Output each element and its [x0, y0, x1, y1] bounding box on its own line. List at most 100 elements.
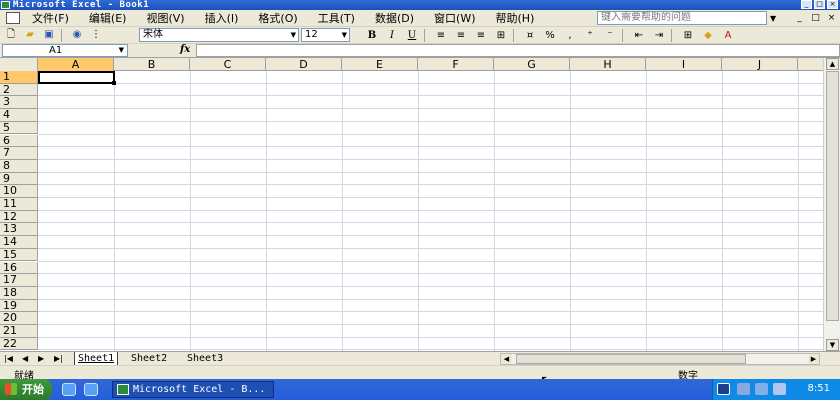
column-header-e[interactable]: E: [342, 58, 418, 71]
column-header-d[interactable]: D: [266, 58, 342, 71]
start-button[interactable]: 开始: [0, 379, 52, 400]
help-dropdown-icon[interactable]: ▼: [770, 14, 776, 23]
column-header-a[interactable]: A: [38, 58, 114, 71]
horizontal-scroll-thumb[interactable]: [516, 354, 746, 364]
scroll-up-icon[interactable]: ▲: [826, 58, 839, 70]
font-name-select[interactable]: 宋体 ▼: [139, 28, 299, 42]
borders-icon[interactable]: ⊞: [680, 29, 696, 43]
italic-button[interactable]: I: [384, 29, 400, 43]
name-box[interactable]: A1 ▼: [2, 44, 128, 57]
title-bar: Microsoft Excel - Book1 _ □ ×: [0, 0, 840, 10]
taskbar-excel-button[interactable]: Microsoft Excel - B...: [112, 381, 274, 398]
sheet-tab-3[interactable]: Sheet3: [184, 352, 226, 365]
open-folder-icon[interactable]: ▰: [22, 28, 38, 42]
increase-indent-icon[interactable]: ⇥: [651, 29, 667, 43]
merge-center-icon[interactable]: ⊞: [493, 29, 509, 43]
row-header-4[interactable]: 4: [0, 109, 38, 122]
fill-color-icon[interactable]: ◆: [700, 29, 716, 43]
insert-function-button[interactable]: fx: [180, 44, 190, 55]
excel-app-icon[interactable]: [1, 1, 10, 9]
column-header-j[interactable]: J: [722, 58, 798, 71]
vertical-scroll-thumb[interactable]: [826, 71, 839, 321]
column-header-b[interactable]: B: [114, 58, 190, 71]
menu-help[interactable]: 帮助(H): [496, 10, 535, 26]
toolbar-divider: [513, 29, 514, 42]
security-icon[interactable]: [773, 383, 786, 395]
input-method-icon[interactable]: [717, 383, 730, 395]
chevron-down-icon: ▼: [290, 31, 296, 39]
menu-view[interactable]: 视图(V): [146, 10, 184, 26]
active-cell[interactable]: [38, 71, 116, 85]
close-button[interactable]: ×: [827, 0, 838, 9]
first-sheet-icon[interactable]: |◀: [4, 353, 13, 365]
column-gridline: [190, 71, 191, 351]
menu-file[interactable]: 文件(F): [32, 10, 69, 26]
save-icon[interactable]: ▣: [41, 28, 57, 42]
align-center-icon[interactable]: ≡: [453, 29, 469, 43]
minimize-button[interactable]: _: [801, 0, 812, 9]
row-header-18[interactable]: 18: [0, 287, 38, 300]
comma-style-icon[interactable]: ,: [562, 29, 578, 43]
font-color-icon[interactable]: A: [720, 29, 736, 43]
align-left-icon[interactable]: ≡: [433, 29, 449, 43]
currency-icon[interactable]: ¤: [522, 29, 538, 43]
row-header-15[interactable]: 15: [0, 248, 38, 262]
menu-data[interactable]: 数据(D): [375, 10, 414, 26]
sheet-tab-1[interactable]: Sheet1: [74, 352, 119, 365]
column-header-f[interactable]: F: [418, 58, 494, 71]
underline-button[interactable]: U: [404, 29, 420, 43]
workbook-icon[interactable]: [6, 12, 20, 24]
column-header-h[interactable]: H: [570, 58, 646, 71]
scroll-right-icon[interactable]: ▶: [808, 354, 819, 364]
scroll-down-icon[interactable]: ▼: [826, 339, 839, 351]
row-header-7[interactable]: 7: [0, 147, 38, 160]
column-header-i[interactable]: I: [646, 58, 722, 71]
row-header-14[interactable]: 14: [0, 236, 38, 249]
align-right-icon[interactable]: ≡: [473, 29, 489, 43]
menu-window[interactable]: 窗口(W): [434, 10, 475, 26]
doc-restore-button[interactable]: □: [809, 12, 822, 24]
new-file-icon[interactable]: 🗋: [3, 28, 19, 42]
menu-edit[interactable]: 编辑(E): [89, 10, 127, 26]
chevron-down-icon[interactable]: ▼: [119, 45, 124, 56]
network-icon[interactable]: [737, 383, 750, 395]
prev-sheet-icon[interactable]: ◀: [22, 353, 28, 365]
maximize-button[interactable]: □: [814, 0, 825, 9]
volume-icon[interactable]: [755, 383, 768, 395]
percent-button[interactable]: %: [542, 29, 558, 43]
horizontal-scrollbar[interactable]: ◀ ▶: [500, 353, 820, 365]
menu-tools[interactable]: 工具(T): [318, 10, 355, 26]
menu-insert[interactable]: 插入(I): [205, 10, 239, 26]
font-size-select[interactable]: 12 ▼: [301, 28, 350, 42]
formula-input[interactable]: [196, 44, 840, 57]
doc-minimize-button[interactable]: _: [793, 12, 806, 24]
last-sheet-icon[interactable]: ▶|: [54, 353, 63, 365]
next-sheet-icon[interactable]: ▶: [38, 353, 44, 365]
help-search-input[interactable]: 键入需要帮助的问题: [597, 11, 767, 25]
vertical-scrollbar[interactable]: ▲ ▼: [823, 58, 840, 351]
sheet-tab-2[interactable]: Sheet2: [128, 352, 170, 365]
scroll-left-icon[interactable]: ◀: [501, 354, 512, 364]
row-header-1[interactable]: 1: [0, 71, 38, 84]
doc-close-button[interactable]: ×: [825, 12, 838, 24]
row-header-17[interactable]: 17: [0, 274, 38, 287]
row-header-11[interactable]: 11: [0, 198, 38, 211]
media-icon[interactable]: [84, 383, 98, 396]
help-icon[interactable]: ◉: [69, 28, 85, 42]
row-header-8[interactable]: 8: [0, 160, 38, 173]
increase-decimal-icon[interactable]: ⁺: [582, 29, 598, 43]
browser-icon[interactable]: [62, 383, 76, 396]
toolbar-options-icon[interactable]: ⋮: [88, 28, 104, 42]
decrease-decimal-icon[interactable]: ⁻: [602, 29, 618, 43]
decrease-indent-icon[interactable]: ⇤: [631, 29, 647, 43]
fill-handle[interactable]: [112, 81, 116, 85]
row-header-5[interactable]: 5: [0, 121, 38, 135]
menu-format[interactable]: 格式(O): [258, 10, 297, 26]
column-gridline: [418, 71, 419, 351]
bold-button[interactable]: B: [364, 29, 380, 43]
column-header-c[interactable]: C: [190, 58, 266, 71]
row-header-21[interactable]: 21: [0, 325, 38, 338]
worksheet-grid[interactable]: ABCDEFGHIJ 1 2 3 4 5 6 7 8 9 10 11 12 13 14 15 16 17 18 19…: [0, 58, 823, 351]
column-header-g[interactable]: G: [494, 58, 570, 71]
row-header-22[interactable]: 22: [0, 337, 38, 351]
